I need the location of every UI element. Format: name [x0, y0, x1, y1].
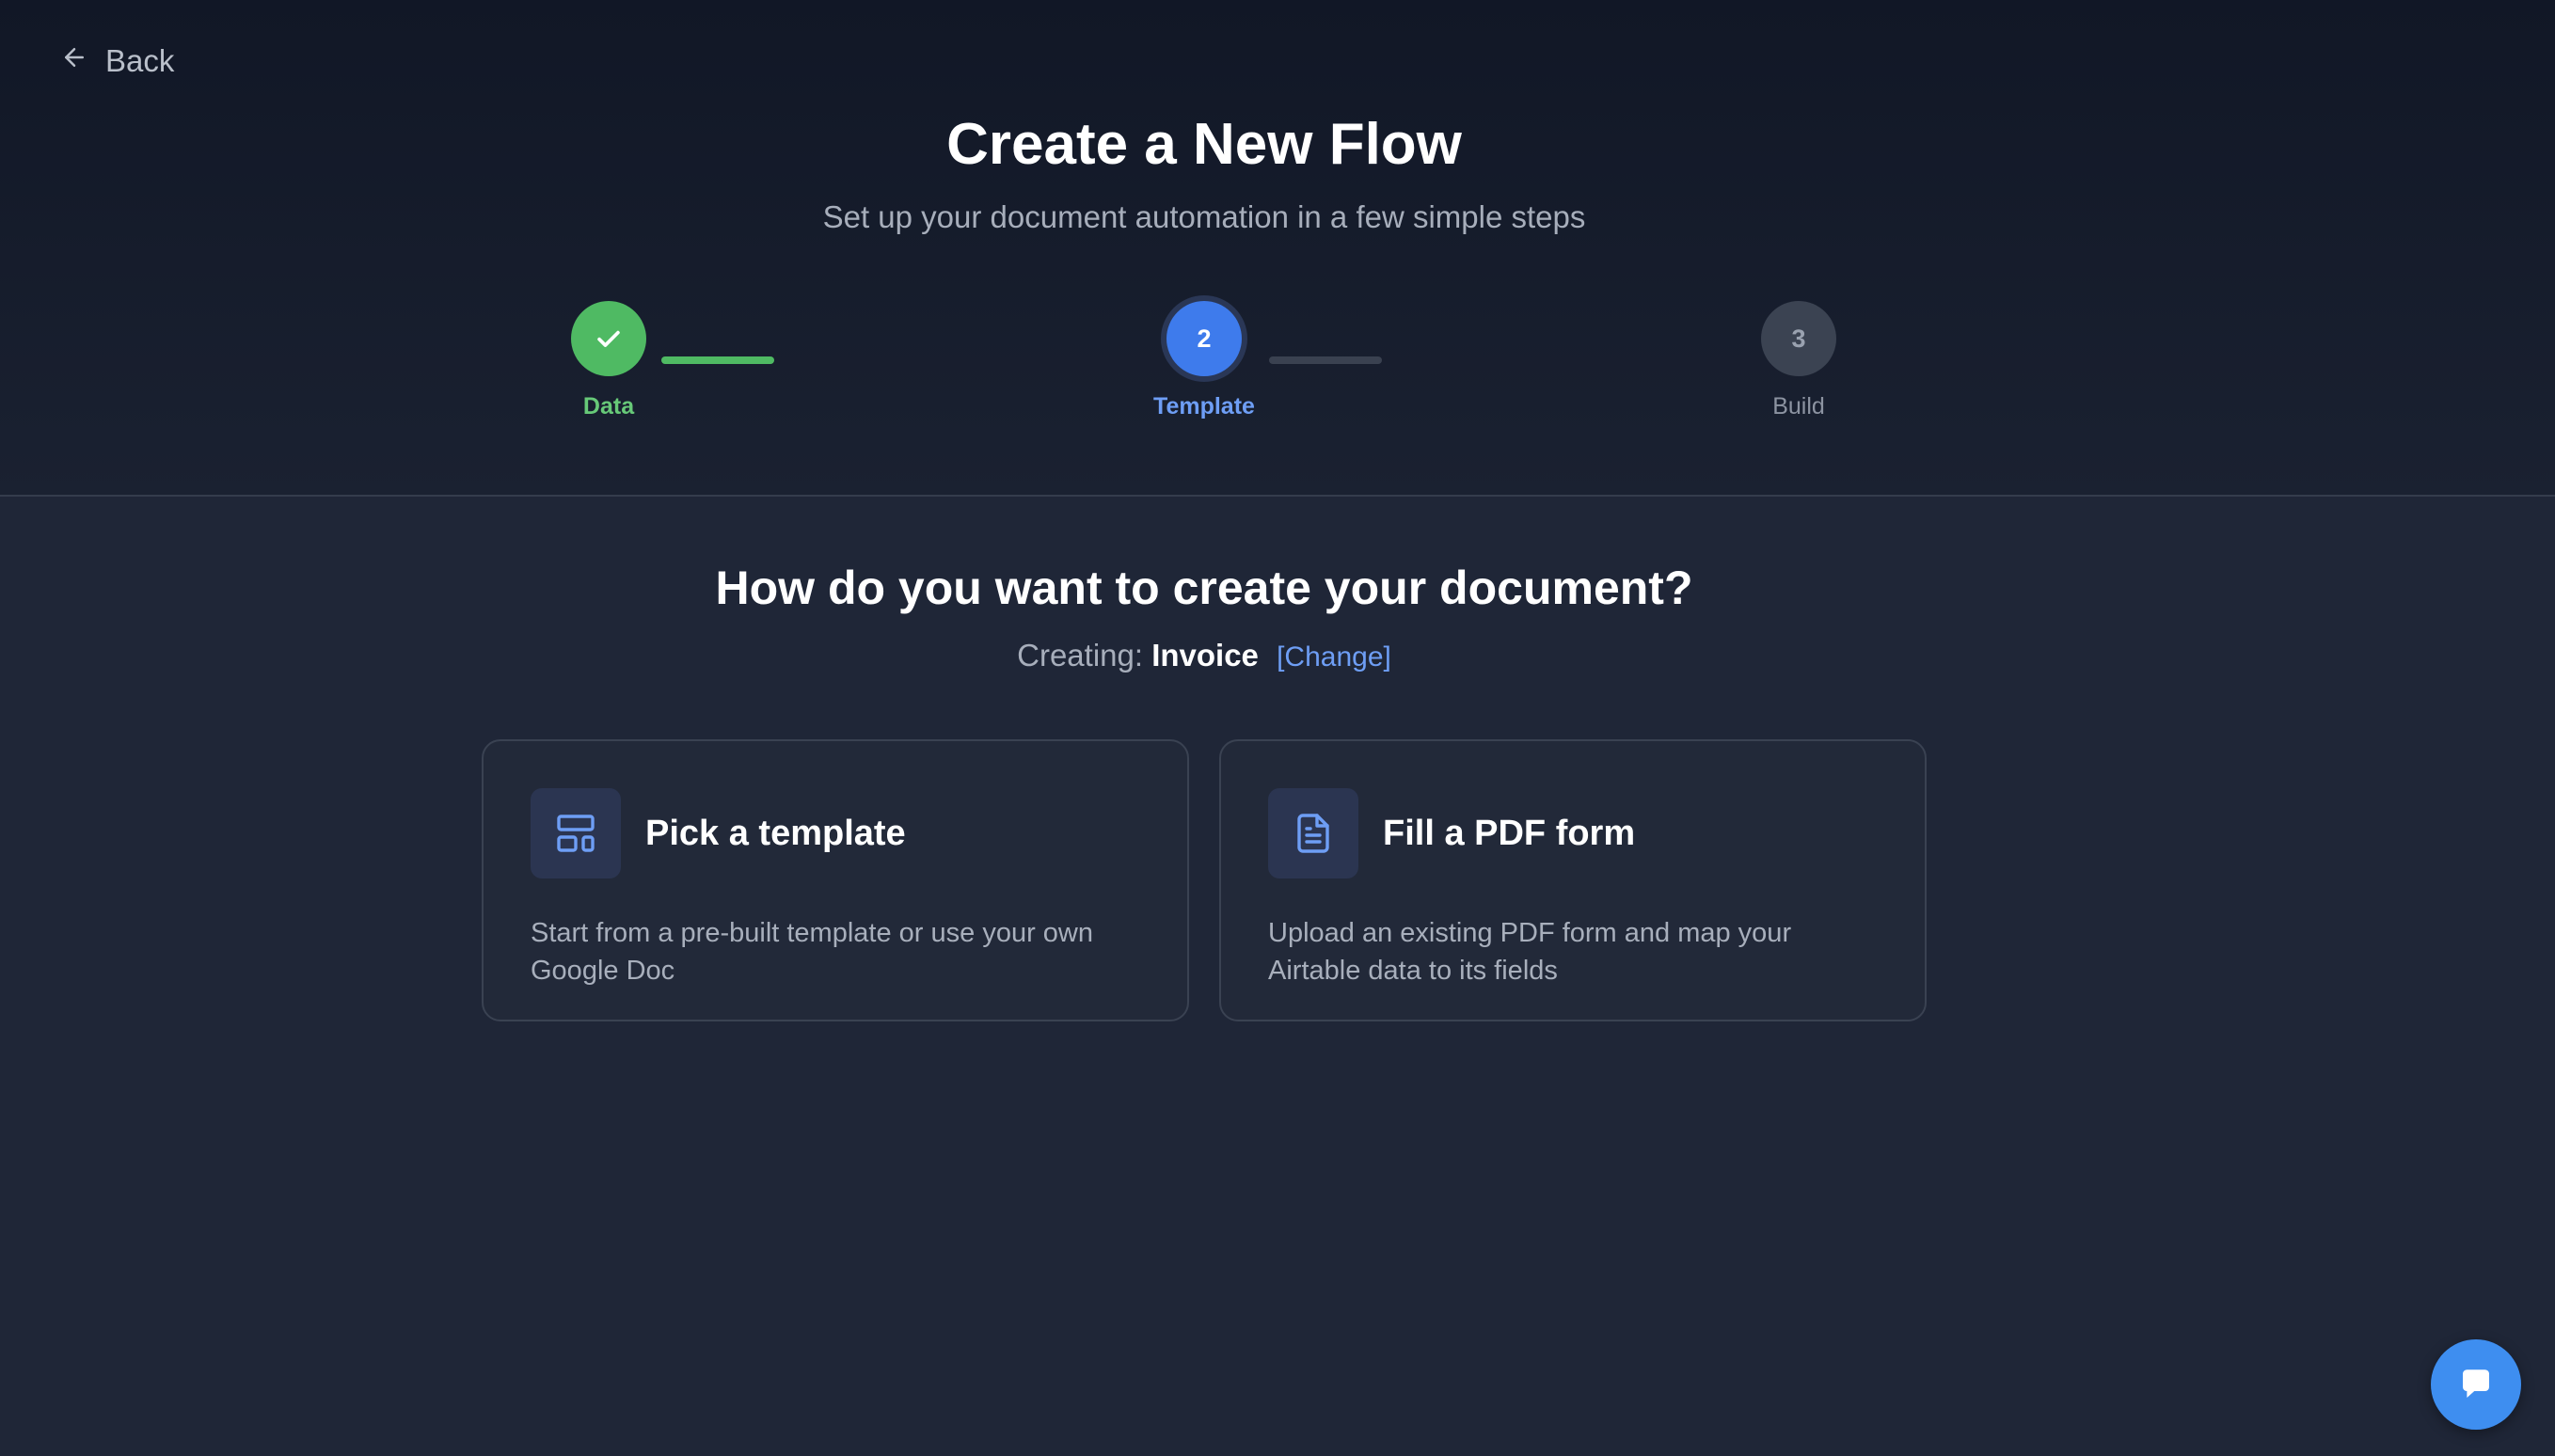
fill-pdf-form-card[interactable]: Fill a PDF form Upload an existing PDF f… — [1219, 739, 1927, 1021]
chat-bubble-icon — [2463, 1369, 2489, 1398]
page-subtitle: Set up your document automation in a few… — [822, 199, 1586, 234]
card-title: Fill a PDF form — [1383, 813, 1636, 853]
card-header: Pick a template — [531, 788, 1140, 878]
file-text-icon — [1268, 788, 1358, 878]
pick-template-card[interactable]: Pick a template Start from a pre-built t… — [482, 739, 1189, 1021]
step-connector-pending — [1269, 356, 1382, 364]
creating-line: Creating: Invoice [Change] — [0, 638, 2408, 673]
checkmark-icon — [597, 330, 620, 347]
step-build-circle: 3 — [1761, 301, 1836, 376]
change-link[interactable]: [Change] — [1277, 641, 1391, 673]
document-type: Invoice — [1151, 638, 1259, 673]
step-data-label: Data — [582, 393, 635, 419]
creating-prefix: Creating: — [1017, 638, 1144, 673]
page-title: Create a New Flow — [946, 112, 1462, 177]
step-template-label: Template — [1153, 393, 1255, 419]
step-build-label: Build — [1772, 393, 1825, 419]
section-question: How do you want to create your document? — [715, 562, 1693, 614]
step-build[interactable]: 3 Build — [1705, 301, 1893, 420]
arrow-left-icon — [60, 43, 88, 79]
back-label: Back — [105, 43, 175, 78]
card-description: Start from a pre-built template or use y… — [531, 918, 1093, 986]
card-header: Fill a PDF form — [1268, 788, 1878, 878]
step-template-circle: 2 — [1166, 301, 1242, 376]
card-title: Pick a template — [645, 813, 906, 853]
back-button[interactable]: Back — [60, 38, 174, 85]
step-connector-complete — [661, 356, 774, 364]
layout-template-icon — [531, 788, 621, 878]
chat-button[interactable] — [2431, 1339, 2521, 1430]
card-description: Upload an existing PDF form and map your… — [1268, 918, 1792, 986]
page-header: Back Create a New Flow Set up your docum… — [0, 0, 2555, 497]
step-data-circle — [571, 301, 646, 376]
